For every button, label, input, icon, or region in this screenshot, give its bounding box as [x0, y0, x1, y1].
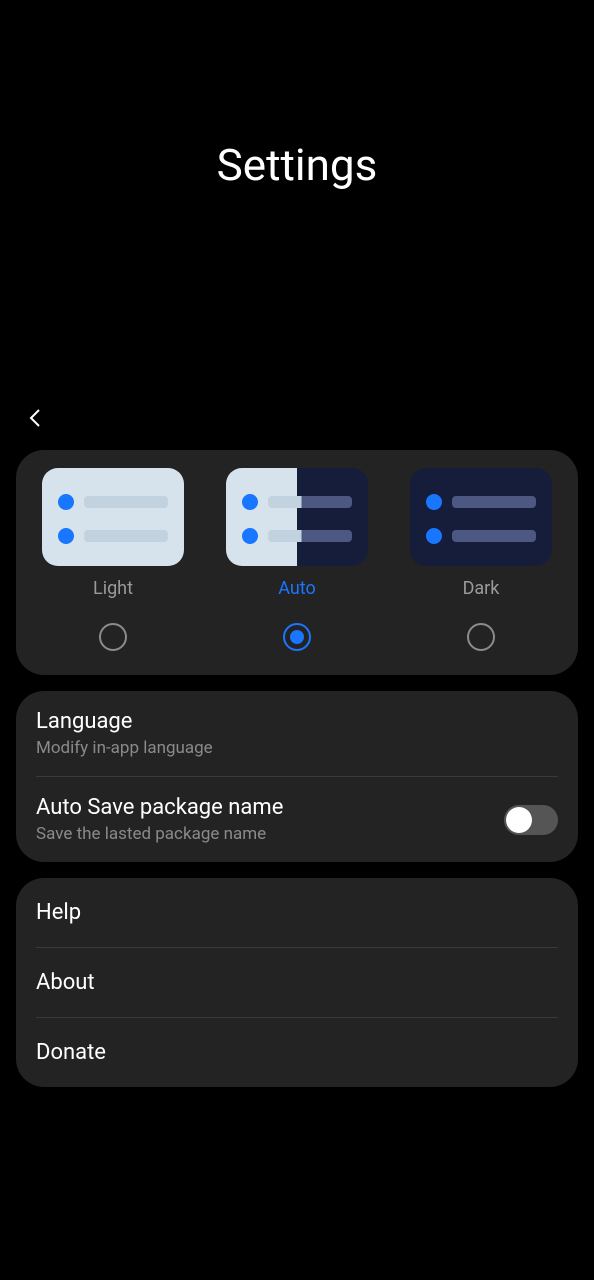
page-title: Settings	[217, 139, 378, 191]
row-about[interactable]: About	[16, 948, 578, 1017]
chevron-left-icon	[24, 406, 48, 430]
row-help[interactable]: Help	[16, 878, 578, 947]
radio-inner-icon	[290, 630, 304, 644]
radio-auto[interactable]	[283, 623, 311, 651]
theme-label-light: Light	[93, 578, 133, 599]
theme-option-auto[interactable]: Auto	[208, 468, 386, 651]
header: Settings	[0, 0, 594, 390]
theme-label-auto: Auto	[278, 578, 316, 599]
theme-preview-light	[42, 468, 184, 566]
language-subtitle: Modify in-app language	[36, 738, 213, 758]
autosave-toggle[interactable]	[504, 805, 558, 835]
donate-label: Donate	[36, 1040, 558, 1065]
help-label: Help	[36, 900, 558, 925]
general-card: Language Modify in-app language Auto Sav…	[16, 691, 578, 862]
autosave-title: Auto Save package name	[36, 795, 283, 820]
row-language[interactable]: Language Modify in-app language	[16, 691, 578, 776]
theme-option-dark[interactable]: Dark	[392, 468, 570, 651]
theme-label-dark: Dark	[463, 578, 500, 599]
row-autosave[interactable]: Auto Save package name Save the lasted p…	[16, 777, 578, 862]
language-title: Language	[36, 709, 213, 734]
radio-light[interactable]	[99, 623, 127, 651]
radio-dark[interactable]	[467, 623, 495, 651]
theme-preview-auto	[226, 468, 368, 566]
autosave-subtitle: Save the lasted package name	[36, 824, 283, 844]
back-button[interactable]	[24, 406, 48, 434]
about-label: About	[36, 970, 558, 995]
info-card: Help About Donate	[16, 878, 578, 1087]
row-donate[interactable]: Donate	[16, 1018, 578, 1087]
toggle-thumb-icon	[506, 807, 532, 833]
theme-card: Light Auto	[16, 450, 578, 675]
theme-options: Light Auto	[16, 450, 578, 675]
nav-bar	[0, 390, 594, 450]
theme-preview-dark	[410, 468, 552, 566]
theme-option-light[interactable]: Light	[24, 468, 202, 651]
